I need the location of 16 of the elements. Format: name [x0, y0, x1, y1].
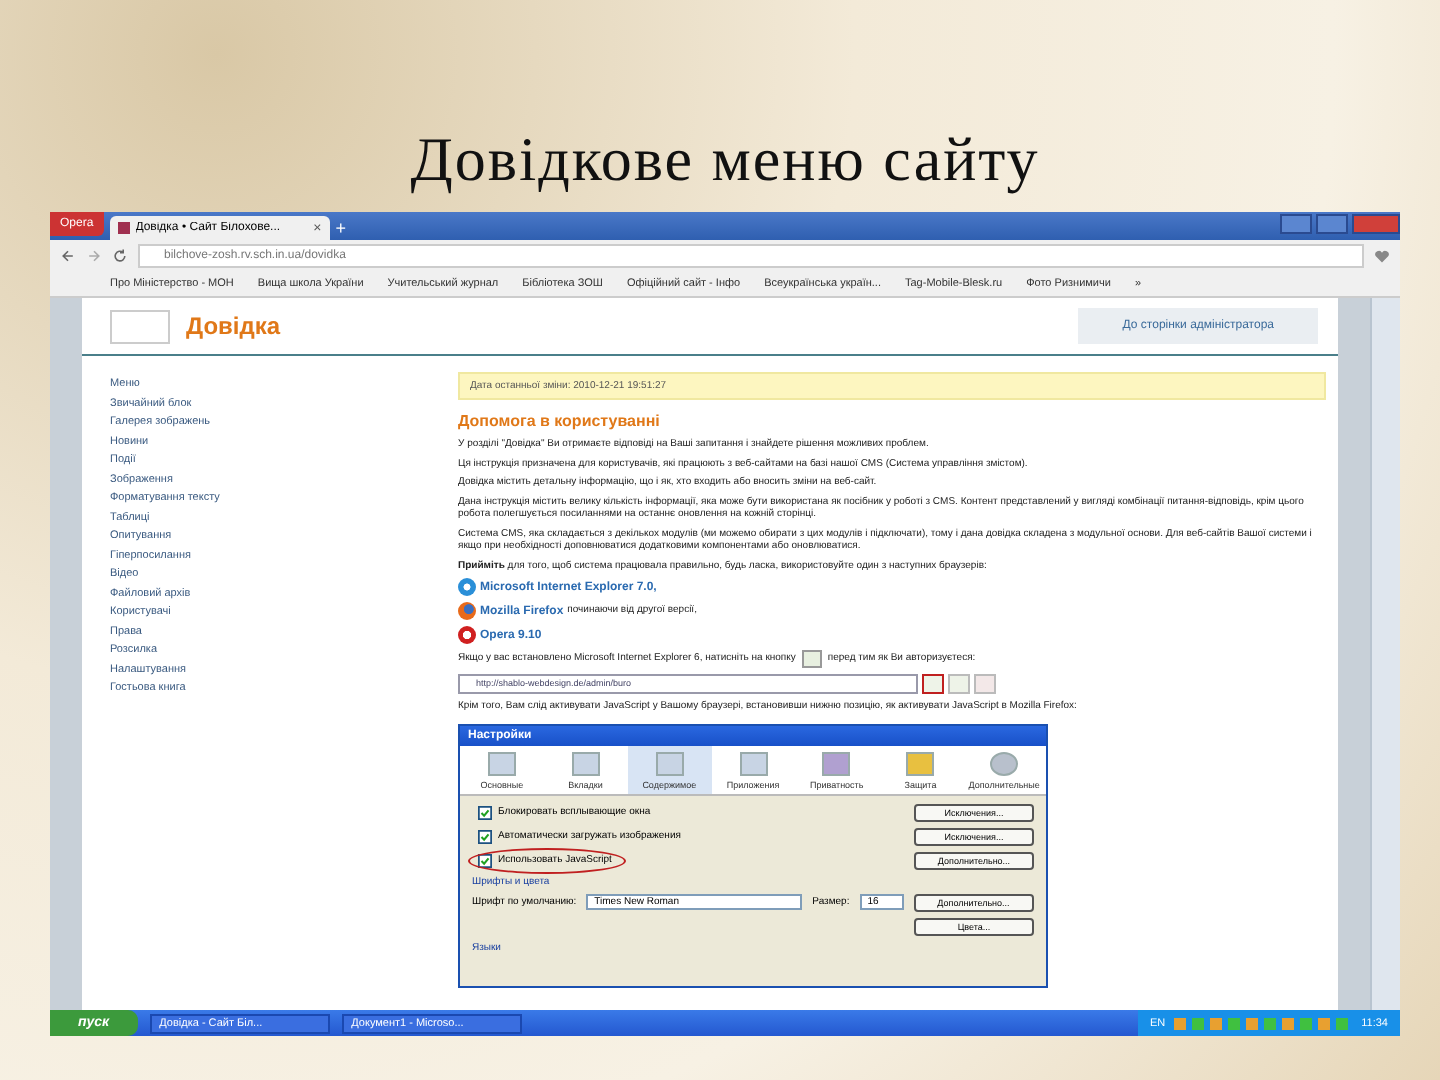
new-tab-button[interactable]: +	[335, 216, 346, 240]
reload-icon[interactable]	[112, 247, 128, 263]
section-title: Допомога в користуванні	[458, 412, 662, 430]
forward-icon[interactable]	[86, 247, 102, 263]
checkbox[interactable]	[478, 853, 492, 867]
page-icon	[117, 222, 130, 234]
heart-icon[interactable]	[1374, 247, 1390, 263]
checkbox[interactable]	[478, 805, 492, 819]
maximize-button[interactable]	[1316, 214, 1348, 234]
close-button[interactable]	[1352, 214, 1400, 234]
minimize-button[interactable]	[1280, 214, 1312, 234]
checkbox[interactable]	[478, 829, 492, 843]
back-icon[interactable]	[60, 247, 76, 263]
page-heading: Довідка	[186, 312, 281, 340]
scrollbar[interactable]	[1370, 298, 1400, 1010]
slide-title: Довідкове меню сайту	[408, 124, 1042, 198]
